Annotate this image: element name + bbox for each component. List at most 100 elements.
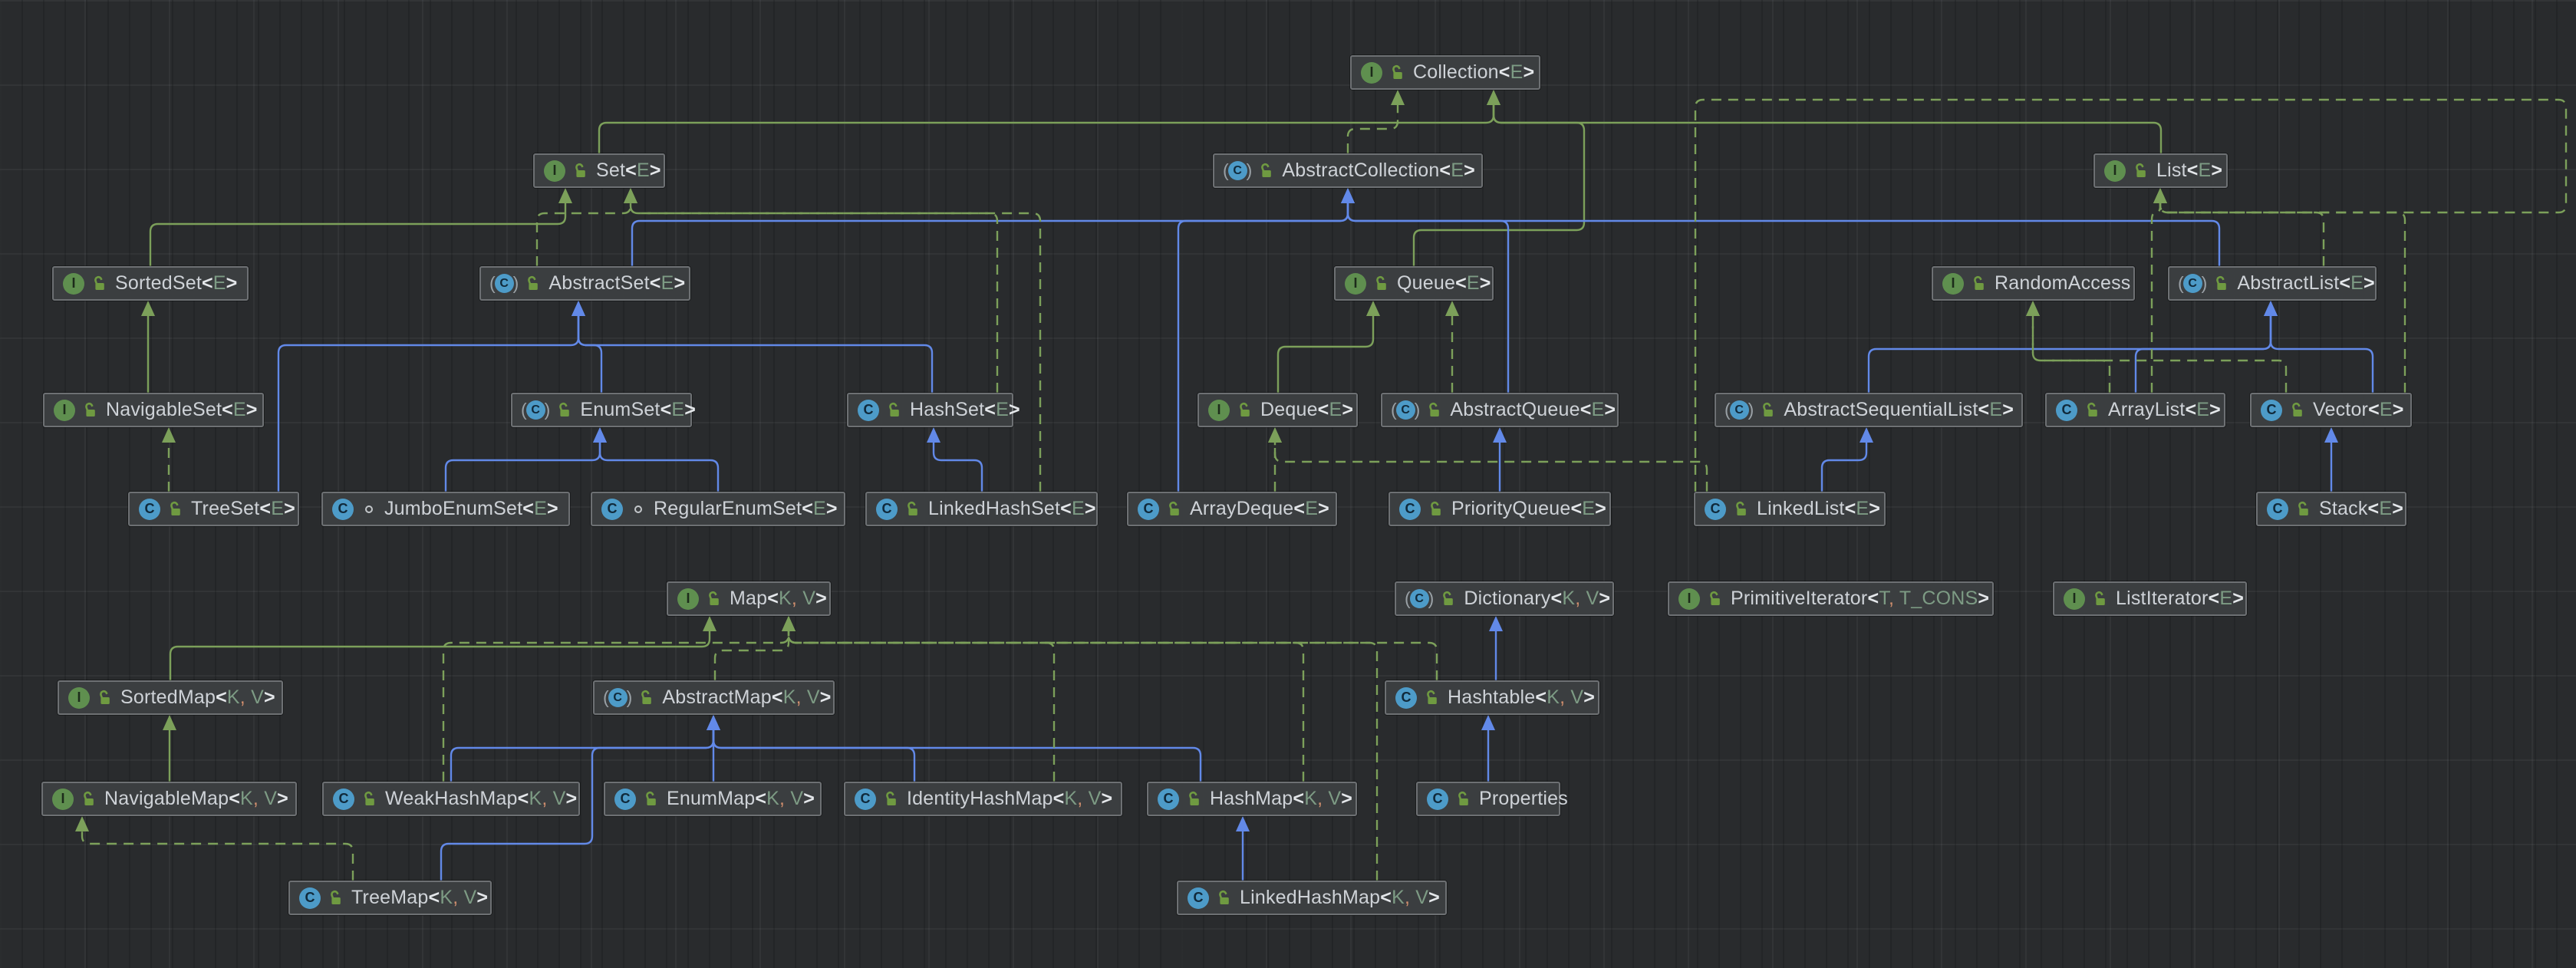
node-abstractset[interactable]: (C)AbstractSet<E> (479, 266, 690, 301)
node-stack[interactable]: CStack<E> (2256, 492, 2406, 526)
public-lock-icon (643, 790, 660, 808)
edge-arraylist-implements-randomaccess (2033, 311, 2110, 393)
arrowhead-extends-into-map (703, 616, 716, 631)
node-dictionary[interactable]: (C)Dictionary<K, V> (1395, 581, 1614, 616)
public-lock-icon (361, 790, 378, 808)
interface-icon: I (63, 273, 84, 295)
edge-sortedmap-extends-map (170, 627, 710, 680)
node-vector[interactable]: CVector<E> (2250, 393, 2412, 427)
class-name-label: TreeSet<E> (191, 498, 295, 520)
edge-set-extends-collection (599, 100, 1494, 153)
arrowhead-extends-into-set (558, 188, 572, 203)
public-lock-icon (1426, 401, 1443, 420)
node-abstractmap[interactable]: (C)AbstractMap<K, V> (593, 680, 835, 715)
node-abstractlist[interactable]: (C)AbstractList<E> (2168, 266, 2377, 301)
arrowhead-extends-into-abstractset (572, 301, 585, 316)
node-map[interactable]: IMap<K, V> (667, 581, 831, 616)
node-hashset[interactable]: CHashSet<E> (847, 393, 1013, 427)
class-icon: C (1705, 499, 1726, 520)
edge-linkedlist-extends-abstractsequentiallist (1822, 438, 1866, 492)
node-priorityqueue[interactable]: CPriorityQueue<E> (1388, 492, 1611, 526)
inheritance-edges (0, 0, 2576, 968)
node-abstractcollection[interactable]: (C)AbstractCollection<E> (1213, 153, 1483, 188)
node-listiterator[interactable]: IListIterator<E> (2053, 581, 2247, 616)
node-abstractsequentiallist[interactable]: (C)AbstractSequentialList<E> (1715, 393, 2023, 427)
node-navigableset[interactable]: INavigableSet<E> (43, 393, 264, 427)
edge-identityhashmap-extends-abstractmap (713, 726, 914, 782)
public-lock-icon (706, 590, 723, 608)
arrowhead-extends-into-collection (1487, 90, 1500, 105)
node-queue[interactable]: IQueue<E> (1334, 266, 1494, 301)
public-lock-icon (91, 275, 108, 293)
public-lock-icon (2092, 590, 2109, 608)
public-lock-icon (1389, 64, 1406, 82)
edge-treemap-implements-navigablemap (82, 827, 353, 881)
public-lock-icon (572, 162, 589, 180)
class-name-label: Hashtable<K, V> (1448, 686, 1595, 709)
edge-abstractcollection-implements-collection (1348, 100, 1398, 153)
node-enumset[interactable]: (C)EnumSet<E> (511, 393, 692, 427)
node-treeset[interactable]: CTreeSet<E> (128, 492, 299, 526)
node-sortedset[interactable]: ISortedSet<E> (52, 266, 249, 301)
node-linkedlist[interactable]: CLinkedList<E> (1694, 492, 1886, 526)
node-abstractqueue[interactable]: (C)AbstractQueue<E> (1381, 393, 1619, 427)
arrowhead-extends-into-abstractmap (707, 715, 720, 730)
node-hashtable[interactable]: CHashtable<K, V> (1385, 680, 1599, 715)
class-icon: C (1158, 789, 1179, 810)
node-jumboenumset[interactable]: CJumboEnumSet<E> (321, 492, 570, 526)
node-properties[interactable]: CProperties (1416, 782, 1560, 816)
node-list[interactable]: IList<E> (2093, 153, 2228, 188)
node-weakhashmap[interactable]: CWeakHashMap<K, V> (322, 782, 580, 816)
public-lock-icon (1971, 275, 1988, 293)
arrowhead-implements-into-navigableset (162, 427, 176, 443)
edge-regularenumset-extends-enumset (600, 438, 718, 492)
public-lock-icon (1733, 500, 1750, 519)
public-lock-icon (1428, 500, 1444, 519)
package-local-icon (361, 500, 377, 519)
interface-icon: I (1361, 62, 1382, 84)
node-linkedhashset[interactable]: CLinkedHashSet<E> (865, 492, 1098, 526)
public-lock-icon (1166, 500, 1183, 519)
edge-hashmap-implements-map (789, 627, 1303, 782)
class-name-label: ListIterator<E> (2116, 588, 2244, 610)
edge-hashmap-extends-abstractmap (713, 726, 1201, 782)
node-randomaccess[interactable]: IRandomAccess (1932, 266, 2135, 301)
class-icon: C (876, 499, 898, 520)
node-hashmap[interactable]: CHashMap<K, V> (1147, 782, 1357, 816)
uml-diagram-canvas[interactable]: ICollection<E> ISet<E> (C)AbstractCollecti… (0, 0, 2576, 968)
node-collection[interactable]: ICollection<E> (1350, 55, 1540, 90)
class-icon: C (1138, 499, 1159, 520)
public-lock-icon (904, 500, 921, 519)
edge-arraydeque-extends-abstractcollection (1178, 199, 1348, 492)
node-treemap[interactable]: CTreeMap<K, V> (288, 881, 492, 915)
edge-abstractsequentiallist-extends-abstractlist (1869, 311, 2271, 393)
arrowhead-extends-into-abstractcollection (1341, 188, 1355, 203)
arrowhead-extends-into-enumset (593, 427, 607, 443)
node-enummap[interactable]: CEnumMap<K, V> (604, 782, 822, 816)
arrowhead-extends-into-abstractsequentiallist (1860, 427, 1873, 443)
edge-hashtable-implements-map (789, 627, 1437, 680)
class-name-label: EnumSet<E> (580, 399, 696, 421)
interface-icon: I (52, 789, 74, 810)
node-regularenumset[interactable]: CRegularEnumSet<E> (591, 492, 845, 526)
public-lock-icon (2133, 162, 2149, 180)
node-arraylist[interactable]: CArrayList<E> (2045, 393, 2225, 427)
public-lock-icon (1424, 689, 1441, 707)
node-primitiveiterator[interactable]: IPrimitiveIterator<T, T_CONS> (1668, 581, 1994, 616)
node-identityhashmap[interactable]: CIdentityHashMap<K, V> (844, 782, 1122, 816)
arrowhead-extends-into-dictionary (1489, 616, 1503, 631)
node-sortedmap[interactable]: ISortedMap<K, V> (58, 680, 283, 715)
class-name-label: Vector<E> (2313, 399, 2404, 421)
public-lock-icon (1440, 590, 1457, 608)
class-name-label: AbstractQueue<E> (1450, 399, 1616, 421)
node-navigablemap[interactable]: INavigableMap<K, V> (41, 782, 297, 816)
node-set[interactable]: ISet<E> (533, 153, 665, 188)
arrowhead-extends-into-hashset (927, 427, 940, 443)
node-deque[interactable]: IDeque<E> (1197, 393, 1358, 427)
class-name-label: Stack<E> (2319, 498, 2403, 520)
node-linkedhashmap[interactable]: CLinkedHashMap<K, V> (1177, 881, 1447, 915)
class-icon: C (614, 789, 636, 810)
arrowhead-implements-into-set (624, 188, 637, 203)
class-name-label: SortedMap<K, V> (120, 686, 275, 709)
node-arraydeque[interactable]: CArrayDeque<E> (1127, 492, 1337, 526)
